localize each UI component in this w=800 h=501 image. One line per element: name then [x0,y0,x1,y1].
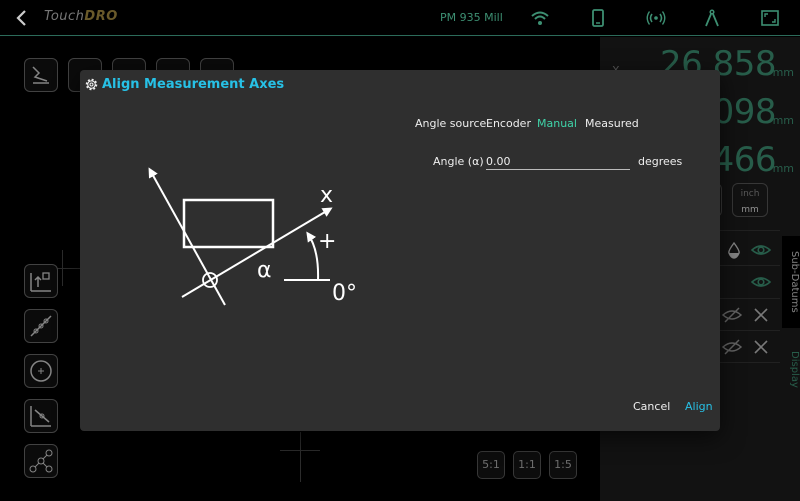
part-rectangle [182,198,275,249]
label-x: x [320,183,333,208]
dialog-title: Align Measurement Axes [102,77,285,92]
angle-source-label: Angle source [415,117,487,130]
label-alpha: α [257,258,272,283]
angle-input[interactable] [486,154,630,170]
angle-source-manual[interactable]: Manual [537,117,577,130]
align-axes-dialog: Align Measurement Axes x + α 0° Angle so… [80,70,720,431]
broadcast-icon[interactable] [646,8,666,28]
angle-label: Angle (α) [433,155,484,168]
axis-alignment-diagram: x + α 0° [148,167,357,306]
y-axis-arrow [148,167,226,306]
machine-name[interactable]: PM 935 Mill [440,11,503,24]
back-arrow-icon[interactable] [12,8,32,28]
top-bar: TouchDRO PM 935 Mill [0,0,800,36]
gear-icon [85,78,98,91]
tablet-icon[interactable] [588,8,608,28]
angle-unit-label: degrees [638,155,683,168]
align-button[interactable]: Align [685,400,713,413]
wifi-icon[interactable] [530,8,550,28]
app-logo: TouchDRO [44,9,118,24]
angle-arc-arrow [306,231,320,281]
label-zero-degrees: 0° [332,281,357,306]
label-plus: + [318,229,336,254]
fullscreen-icon[interactable] [760,8,780,28]
angle-source-measured[interactable]: Measured [585,117,639,130]
cancel-button[interactable]: Cancel [633,400,670,413]
angle-source-encoder[interactable]: Encoder [486,117,531,130]
compass-icon[interactable] [702,8,722,28]
